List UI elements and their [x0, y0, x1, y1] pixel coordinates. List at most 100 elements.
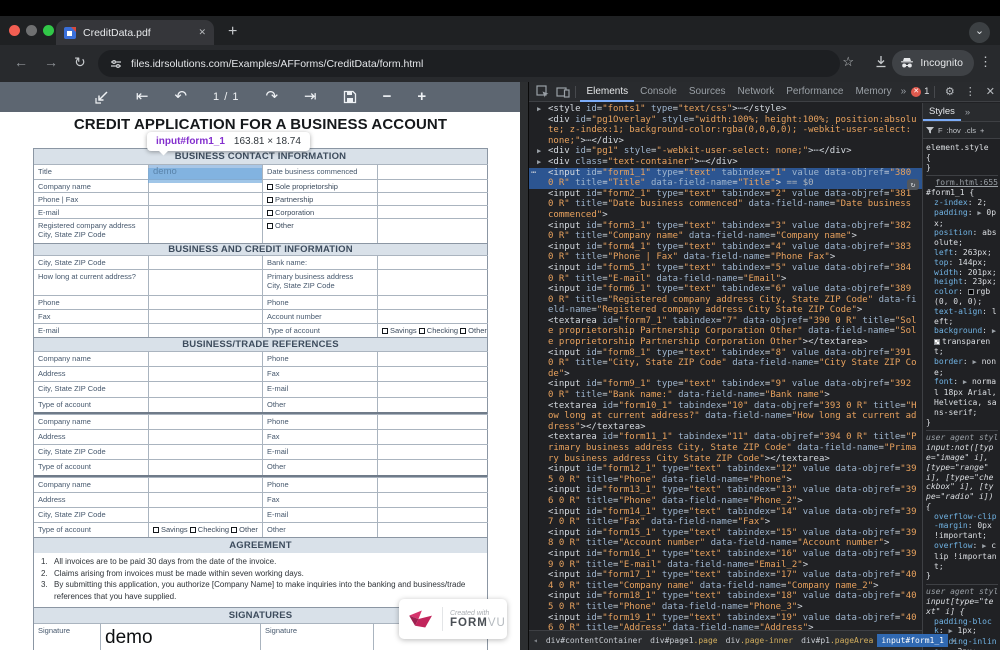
next-page-icon[interactable]: ↷: [265, 82, 278, 112]
stylesheet-link[interactable]: form.html:655: [926, 178, 998, 188]
form-input[interactable]: [378, 164, 488, 179]
devtools-tab-elements[interactable]: Elements: [580, 82, 634, 102]
checkbox[interactable]: [267, 223, 273, 229]
url-text[interactable]: files.idrsolutions.com/Examples/AFForms/…: [131, 58, 423, 70]
form-input[interactable]: [378, 507, 488, 522]
tab-search-chevron-icon[interactable]: ⌄: [969, 22, 990, 43]
elements-tree-node[interactable]: <input id="form15_1" type="text" tabinde…: [548, 528, 920, 549]
form-input[interactable]: [149, 366, 263, 381]
form-input[interactable]: [378, 522, 488, 537]
export-icon[interactable]: [94, 89, 110, 105]
breadcrumb-item[interactable]: input#form1_1: [877, 634, 948, 647]
devtools-tab-memory[interactable]: Memory: [849, 82, 897, 102]
crumbs-scroll-right-icon[interactable]: ▸: [948, 636, 961, 645]
form-input[interactable]: [378, 397, 488, 412]
first-page-icon[interactable]: ⇤: [136, 82, 149, 112]
address-bar[interactable]: files.idrsolutions.com/Examples/AFForms/…: [98, 50, 840, 77]
form-input[interactable]: [149, 205, 263, 218]
breadcrumb-item[interactable]: div#contentContainer: [542, 634, 646, 647]
checkbox[interactable]: [153, 527, 159, 533]
breadcrumb-item[interactable]: div#page1.page: [646, 634, 721, 647]
form-input[interactable]: [149, 381, 263, 396]
devtools-menu-icon[interactable]: ⋮: [960, 85, 981, 98]
form-input[interactable]: [149, 218, 263, 243]
devtools-tab-performance[interactable]: Performance: [780, 82, 849, 102]
elements-tree-node[interactable]: ▶<style id="fonts1" type="text/css">⋯</s…: [548, 104, 920, 115]
tab-close-icon[interactable]: ✕: [198, 27, 206, 38]
more-tabs-icon[interactable]: »: [898, 82, 910, 101]
reload-icon[interactable]: ↻: [74, 54, 86, 71]
elements-tree-node[interactable]: <input id="form4_1" type="text" tabindex…: [548, 242, 920, 263]
field-label[interactable]: Partnership: [263, 192, 378, 205]
form-input[interactable]: [149, 414, 263, 429]
devtools-tab-network[interactable]: Network: [732, 82, 781, 102]
form-input[interactable]: [149, 507, 263, 522]
close-window-button[interactable]: [9, 25, 20, 36]
zoom-in-icon[interactable]: +: [417, 82, 426, 112]
form-input[interactable]: [149, 323, 263, 337]
minimize-window-button[interactable]: [26, 25, 37, 36]
forward-icon[interactable]: →: [44, 54, 58, 70]
crumbs-scroll-left-icon[interactable]: ◂: [529, 636, 542, 645]
form-input[interactable]: [149, 429, 263, 444]
filter-placeholder[interactable]: F: [938, 126, 943, 135]
form-input[interactable]: [149, 444, 263, 459]
breadcrumb-item[interactable]: div#p1.pageArea: [797, 634, 877, 647]
elements-tree-node[interactable]: <input id="form16_1" type="text" tabinde…: [548, 549, 920, 570]
form-input[interactable]: Savings Checking Other: [378, 323, 488, 337]
form-input[interactable]: [149, 459, 263, 474]
elements-tree-node[interactable]: <input id="form1_1" type="text" tabindex…: [529, 168, 922, 189]
form-input[interactable]: [149, 477, 263, 492]
zoom-out-icon[interactable]: −: [383, 82, 392, 112]
last-page-icon[interactable]: ⇥: [304, 82, 317, 112]
field-label[interactable]: Corporation: [263, 205, 378, 218]
zoom-window-button[interactable]: [43, 25, 54, 36]
toggle-classes[interactable]: .cls: [965, 126, 976, 135]
browser-menu-icon[interactable]: ⋮: [979, 54, 992, 70]
elements-tree-node[interactable]: <textarea id="form7_1" tabindex="7" data…: [548, 316, 920, 348]
formvu-badge[interactable]: Created with FORMVU: [399, 599, 507, 639]
elements-tree-node[interactable]: <textarea id="form10_1" tabindex="10" da…: [548, 401, 920, 433]
checkbox[interactable]: [419, 328, 425, 334]
devtools-close-icon[interactable]: ✕: [981, 85, 1000, 98]
download-icon[interactable]: [874, 55, 888, 69]
new-style-rule-icon[interactable]: +: [980, 126, 984, 135]
checkbox[interactable]: [382, 328, 388, 334]
form-input[interactable]: [149, 269, 263, 295]
form-input[interactable]: [378, 492, 488, 507]
form-input[interactable]: [378, 309, 488, 323]
error-badge[interactable]: ✕ 1: [911, 86, 929, 97]
form-input[interactable]: [378, 459, 488, 474]
form-input[interactable]: [378, 205, 488, 218]
form-input[interactable]: [149, 397, 263, 412]
form-input[interactable]: [378, 218, 488, 243]
form-input[interactable]: [378, 179, 488, 192]
form-input[interactable]: [378, 477, 488, 492]
inspect-element-icon[interactable]: [536, 85, 549, 98]
form-input[interactable]: [378, 429, 488, 444]
field-label[interactable]: Sole proprietorship: [263, 179, 378, 192]
style-rule[interactable]: user agent stylesheetinput:not([type="im…: [926, 431, 998, 585]
checkbox[interactable]: [267, 184, 273, 190]
browser-tab[interactable]: CreditData.pdf ✕: [56, 20, 214, 45]
elements-tree-node[interactable]: ▶<div class="text-container">⋯</div>: [548, 157, 920, 168]
elements-tree-node[interactable]: <div id="pg1Overlay" style="width:100%; …: [548, 115, 920, 147]
bookmark-star-icon[interactable]: ☆: [842, 54, 854, 70]
checkbox[interactable]: [231, 527, 237, 533]
devtools-tab-sources[interactable]: Sources: [683, 82, 732, 102]
form-input[interactable]: [378, 269, 488, 295]
style-rule[interactable]: form.html:655#form1_1 {z-index: 2;paddin…: [926, 176, 998, 431]
styles-more-tabs-icon[interactable]: »: [965, 107, 970, 118]
signature-value[interactable]: demo: [101, 623, 261, 650]
elements-tree-node[interactable]: <input id="form18_1" type="text" tabinde…: [548, 591, 920, 612]
form-input[interactable]: [378, 351, 488, 366]
site-info-icon[interactable]: [110, 58, 122, 70]
elements-tree-node[interactable]: <input id="form14_1" type="text" tabinde…: [548, 507, 920, 528]
checkbox[interactable]: [267, 210, 273, 216]
checkbox[interactable]: [267, 197, 273, 203]
form-input[interactable]: [378, 444, 488, 459]
filter-funnel-icon[interactable]: [926, 126, 934, 134]
elements-tree-node[interactable]: <input id="form8_1" type="text" tabindex…: [548, 348, 920, 380]
style-rule[interactable]: element.style{}: [926, 141, 998, 176]
elements-tree-node[interactable]: <input id="form17_1" type="text" tabinde…: [548, 570, 920, 591]
